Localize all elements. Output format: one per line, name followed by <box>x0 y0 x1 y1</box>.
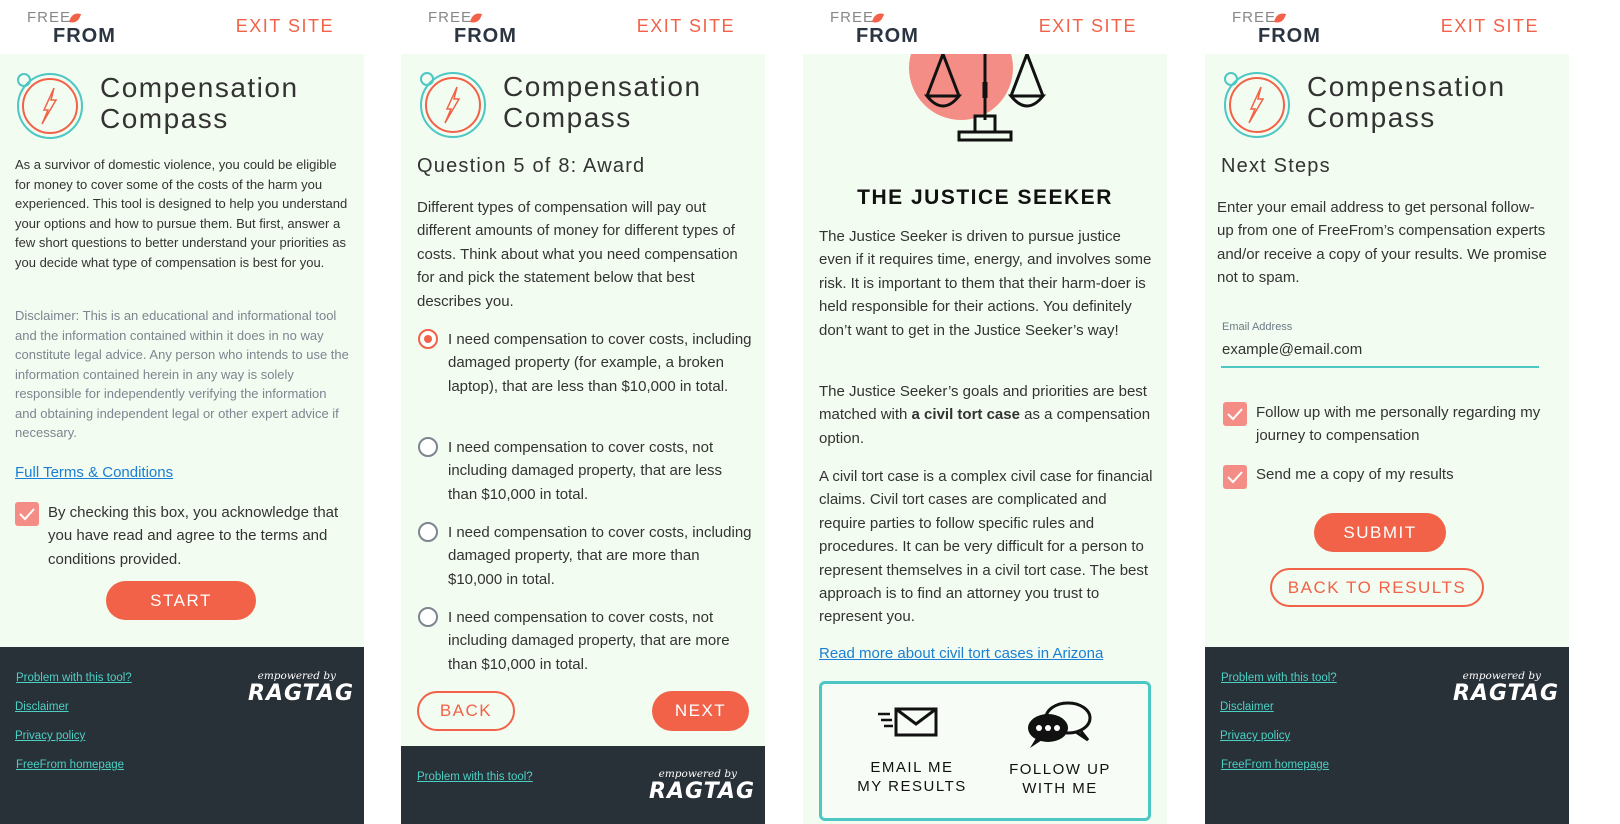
result-title: THE JUSTICE SEEKER <box>857 186 1113 209</box>
logo-from-text: FROM <box>53 25 116 47</box>
exit-site-link[interactable]: EXIT SITE <box>1441 16 1539 37</box>
homepage-link[interactable]: FreeFrom homepage <box>16 759 124 771</box>
next-steps-panel: FREE FROM EXIT SITE Compensation Compass … <box>1205 0 1569 824</box>
next-button[interactable]: NEXT <box>652 691 749 731</box>
option-label-3[interactable]: I need compensation to cover costs, incl… <box>448 521 753 591</box>
exit-site-link[interactable]: EXIT SITE <box>1039 16 1137 37</box>
footer: Problem with this tool? Disclaimer Priva… <box>0 647 364 824</box>
disclaimer-link[interactable]: Disclaimer <box>1220 701 1274 713</box>
compass-icon <box>1224 72 1290 138</box>
compensation-type: a civil tort case <box>911 406 1020 424</box>
next-steps-heading: Next Steps <box>1221 155 1331 177</box>
tool-header: Compensation Compass <box>417 69 757 141</box>
result-para-2: The Justice Seeker’s goals and prioritie… <box>819 383 1151 447</box>
logo-free-text: FREE <box>428 9 473 26</box>
email-results-label: EMAIL ME MY RESULTS <box>857 759 967 795</box>
logo-from-text: FROM <box>856 25 919 47</box>
email-results-option[interactable]: EMAIL ME MY RESULTS <box>852 694 972 814</box>
back-to-results-button[interactable]: BACK TO RESULTS <box>1270 568 1484 607</box>
email-field-label: Email Address <box>1222 321 1293 333</box>
logo-free-text: FREE <box>1232 9 1277 26</box>
option-radio-3[interactable] <box>418 522 438 542</box>
terms-link[interactable]: Full Terms & Conditions <box>15 464 173 481</box>
read-more-link[interactable]: Read more about civil tort cases in Ariz… <box>819 645 1103 662</box>
checkmark-icon <box>1227 471 1243 484</box>
checkmark-icon <box>19 508 35 521</box>
logo-from-text: FROM <box>454 25 517 47</box>
homepage-link[interactable]: FreeFrom homepage <box>1221 759 1329 771</box>
freefrom-logo[interactable]: FREE FROM <box>428 9 518 49</box>
option-label-2[interactable]: I need compensation to cover costs, not … <box>448 436 753 506</box>
footer: Problem with this tool? Disclaimer Priva… <box>1205 647 1569 824</box>
logo-free-text: FREE <box>830 9 875 26</box>
freefrom-logo[interactable]: FREE FROM <box>27 9 117 49</box>
contact-options-box: EMAIL ME MY RESULTS FOLLOW UP WITH ME <box>819 681 1151 821</box>
question-panel: FREE FROM EXIT SITE Compensation Compass … <box>401 0 765 824</box>
follow-up-label: FOLLOW UP WITH ME <box>1009 761 1111 797</box>
compass-icon <box>17 73 83 139</box>
speech-bubbles-icon <box>1028 701 1092 748</box>
top-bar: FREE FROM EXIT SITE <box>401 0 765 54</box>
copy-results-text: Send me a copy of my results <box>1256 466 1454 483</box>
tool-title: Compensation Compass <box>100 72 299 134</box>
freefrom-logo[interactable]: FREE FROM <box>1232 9 1322 49</box>
option-label-1[interactable]: I need compensation to cover costs, incl… <box>448 328 753 398</box>
option-radio-2[interactable] <box>418 437 438 457</box>
question-heading: Question 5 of 8: Award <box>417 155 646 177</box>
disclaimer-link[interactable]: Disclaimer <box>15 701 69 713</box>
intro-disclaimer: Disclaimer: This is an educational and i… <box>15 308 349 440</box>
agree-checkbox[interactable] <box>15 502 39 526</box>
copy-results-checkbox[interactable] <box>1223 465 1247 489</box>
agree-text: By checking this box, you acknowledge th… <box>48 504 339 568</box>
top-bar: FREE FROM EXIT SITE <box>803 0 1167 54</box>
submit-button[interactable]: SUBMIT <box>1314 513 1446 552</box>
option-radio-4[interactable] <box>418 607 438 627</box>
footer: Problem with this tool? empowered by RAG… <box>401 746 765 824</box>
freefrom-logo[interactable]: FREE FROM <box>830 9 920 49</box>
email-field-underline <box>1221 366 1539 368</box>
ragtag-logo[interactable]: empowered by RAGTAG <box>1453 670 1558 710</box>
email-field[interactable]: example@email.com <box>1222 341 1362 358</box>
option-radio-1[interactable] <box>418 329 438 349</box>
result-para-3: A civil tort case is a complex civil cas… <box>819 468 1153 626</box>
ragtag-logo[interactable]: empowered by RAGTAG <box>649 768 754 808</box>
exit-site-link[interactable]: EXIT SITE <box>637 16 735 37</box>
top-bar: FREE FROM EXIT SITE <box>0 0 364 54</box>
followup-text: Follow up with me personally regarding m… <box>1256 404 1541 445</box>
tool-header: Compensation Compass <box>1221 69 1561 141</box>
tool-title: Compensation Compass <box>503 71 702 133</box>
question-prompt: Different types of compensation will pay… <box>417 199 738 310</box>
start-button[interactable]: START <box>106 581 256 620</box>
intro-panel: FREE FROM EXIT SITE Compensation Compass … <box>0 0 364 824</box>
logo-from-text: FROM <box>1258 25 1321 47</box>
checkmark-icon <box>1227 408 1243 421</box>
privacy-link[interactable]: Privacy policy <box>15 730 85 742</box>
exit-site-link[interactable]: EXIT SITE <box>236 16 334 37</box>
tool-title: Compensation Compass <box>1307 71 1506 133</box>
logo-free-text: FREE <box>27 9 72 26</box>
problem-link[interactable]: Problem with this tool? <box>1221 672 1337 684</box>
result-para-1: The Justice Seeker is driven to pursue j… <box>819 228 1152 339</box>
compass-icon <box>420 72 486 138</box>
top-bar: FREE FROM EXIT SITE <box>1205 0 1569 54</box>
problem-link[interactable]: Problem with this tool? <box>417 771 533 783</box>
back-button[interactable]: BACK <box>417 691 515 731</box>
followup-checkbox[interactable] <box>1223 402 1247 426</box>
ragtag-logo[interactable]: empowered by RAGTAG <box>248 670 353 710</box>
envelope-icon <box>878 707 938 737</box>
result-panel: FREE FROM EXIT SITE THE JUSTICE SEEKER T… <box>803 0 1167 824</box>
problem-link[interactable]: Problem with this tool? <box>16 672 132 684</box>
tool-header: Compensation Compass <box>14 70 354 142</box>
option-label-4[interactable]: I need compensation to cover costs, not … <box>448 606 753 676</box>
follow-up-option[interactable]: FOLLOW UP WITH ME <box>1000 694 1120 814</box>
privacy-link[interactable]: Privacy policy <box>1220 730 1290 742</box>
intro-body: As a survivor of domestic violence, you … <box>15 157 348 270</box>
next-steps-body: Enter your email address to get personal… <box>1217 199 1547 287</box>
